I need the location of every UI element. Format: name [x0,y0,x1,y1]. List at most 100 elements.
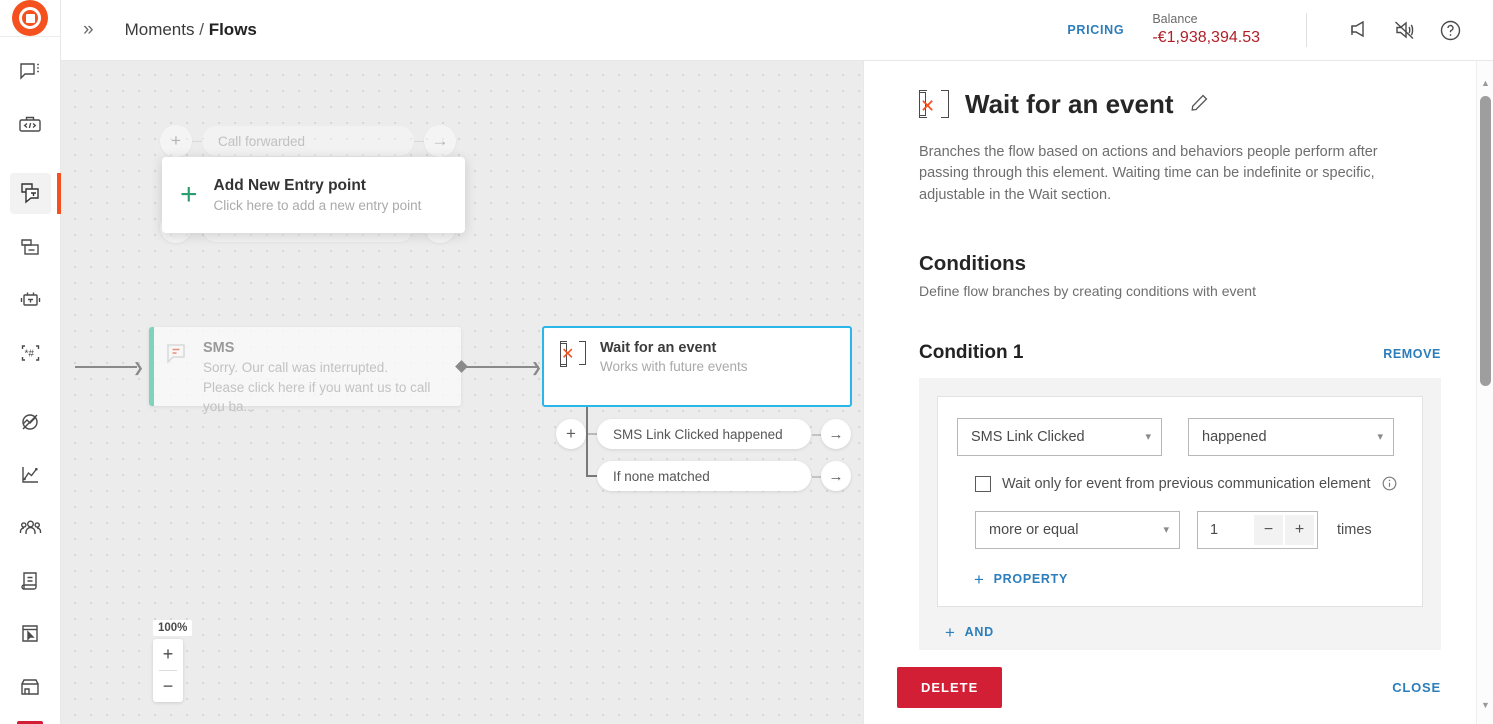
scroll-up-arrow[interactable]: ▲ [1477,74,1493,92]
wait-event-icon: ✕ [560,341,586,367]
delete-button[interactable]: DELETE [897,666,1003,708]
help-circle-icon[interactable] [1427,8,1473,52]
event-select-value: SMS Link Clicked [971,428,1085,445]
sidebar-item-exclusions[interactable] [10,401,51,442]
zoom-in-button[interactable]: + [153,639,183,670]
chevron-down-icon: ▾ [1163,524,1169,537]
zoom-buttons: + − [153,639,183,702]
conditions-subtitle: Define flow branches by creating conditi… [919,282,1256,299]
sms-message-icon [165,342,189,371]
condition-title: Condition 1 [919,341,1024,363]
entry-point-row: + Call forwarded → [160,125,456,157]
remove-condition-button[interactable]: REMOVE [1383,347,1441,361]
sidebar-item-conversations[interactable] [10,51,51,92]
pencil-icon[interactable] [1190,93,1209,117]
sidebar-item-analyze[interactable] [10,454,51,495]
zoom-out-button[interactable]: − [153,671,183,702]
condition-box: SMS Link Clicked ▾ happened ▾ Wait only … [919,377,1441,650]
plus-icon: + [180,178,198,211]
flow-node-sms[interactable]: SMS Sorry. Our call was interrupted. Ple… [149,327,461,414]
count-increment-button[interactable]: + [1285,514,1314,545]
panel-footer: DELETE CLOSE [864,650,1493,724]
connector-line [75,366,137,368]
wait-event-icon: ✕ [919,90,949,120]
sidebar-item-storefront[interactable] [10,666,51,707]
panel-description: Branches the flow based on actions and b… [919,144,1378,203]
count-decrement-button[interactable]: − [1254,514,1283,545]
close-button[interactable]: CLOSE [1392,680,1441,695]
balance-label: Balance [1152,12,1198,27]
left-nav-rail: *# [0,0,61,724]
main-column: » Moments / Flows PRICING Balance -€1,93… [61,0,1493,724]
flows-icon [19,182,42,205]
svg-text:*#: *# [24,348,34,359]
megaphone-icon[interactable] [1335,8,1381,52]
sidebar-item-keywords[interactable]: *# [10,332,51,373]
event-state-select[interactable]: happened ▾ [1188,417,1394,456]
rail-group-1 [0,37,61,159]
connector-line [461,366,539,368]
balance-block[interactable]: Balance -€1,938,394.53 [1152,12,1260,48]
broadcast-icon [19,236,41,258]
panel-scroll-area: ✕ Wait for an event Branches the flow ba… [864,61,1493,650]
breadcrumb-current: Flows [208,20,257,39]
connector-dash [414,140,424,142]
people-icon [19,517,42,539]
chevrons-right-icon[interactable]: » [83,19,97,41]
add-property-label: PROPERTY [993,572,1069,587]
flow-canvas[interactable]: + Call forwarded → + → + [61,61,863,724]
info-circle-icon[interactable] [1382,476,1397,491]
condition-selects-row: SMS Link Clicked ▾ happened ▾ [957,417,1403,456]
panel-scrollbar[interactable]: ▲ ▼ [1476,61,1493,724]
sidebar-item-answers[interactable] [10,279,51,320]
body-split: + Call forwarded → + → + [61,61,1493,724]
add-entry-plus-button[interactable]: + [160,125,192,157]
add-property-button[interactable]: + PROPERTY [957,571,1403,588]
operator-select[interactable]: more or equal ▾ [975,510,1180,549]
branch-goto-arrow[interactable]: → [821,461,851,491]
node-subtitle: Works with future events [600,359,748,374]
sidebar-item-flows[interactable] [9,173,61,214]
add-new-entry-point-tooltip[interactable]: + Add New Entry point Click here to add … [162,157,465,233]
count-stepper[interactable]: 1 − + [1197,510,1318,549]
add-and-button[interactable]: + AND [937,624,1423,641]
node-subtitle: Sorry. Our call was interrupted. Please … [203,360,431,415]
analyze-chart-icon [19,464,41,486]
conversations-icon [19,61,41,83]
node-title: Wait for an event [600,340,717,356]
pricing-link[interactable]: PRICING [1067,23,1124,37]
connector-arrowhead: ❯ [531,360,542,375]
branch-goto-arrow[interactable]: → [821,419,851,449]
breadcrumb-root[interactable]: Moments [125,20,195,39]
developer-tools-icon [18,114,42,136]
wait-only-previous-checkbox[interactable] [975,475,991,492]
add-branch-button[interactable]: + [556,419,586,449]
app-logo[interactable] [0,0,61,37]
scrollbar-thumb[interactable] [1480,96,1491,386]
forms-icon [19,623,41,645]
branch-pill[interactable]: SMS Link Clicked happened [597,419,811,449]
element-settings-panel: ✕ Wait for an event Branches the flow ba… [863,61,1493,724]
branch-trunk-line [586,434,588,476]
header-right-cluster: PRICING Balance -€1,938,394.53 [1067,8,1473,52]
branch-pill[interactable]: If none matched [597,461,811,491]
mute-bell-icon[interactable] [1381,8,1427,52]
entry-point-goto-arrow[interactable]: → [424,125,456,157]
wait-only-previous-row: Wait only for event from previous commun… [957,475,1403,492]
connector-arrowhead: ❯ [133,360,144,375]
sidebar-item-broadcast[interactable] [10,226,51,267]
sidebar-item-people[interactable] [10,507,51,548]
exclude-icon [19,411,41,433]
sidebar-item-content[interactable] [10,560,51,601]
event-select[interactable]: SMS Link Clicked ▾ [957,417,1162,456]
scroll-down-arrow[interactable]: ▼ [1477,696,1493,714]
plus-icon: + [974,569,985,589]
flow-node-wait-for-event[interactable]: ✕ Wait for an event Works with future ev… [542,326,852,407]
wait-only-previous-label: Wait only for event from previous commun… [1002,475,1371,492]
rail-group-2: *# [0,159,61,387]
sidebar-item-forms[interactable] [10,613,51,654]
balance-value: -€1,938,394.53 [1152,28,1260,46]
sidebar-item-developer-tools[interactable] [10,104,51,145]
entry-point-pill[interactable]: Call forwarded [202,126,414,156]
count-value[interactable]: 1 [1210,522,1252,538]
